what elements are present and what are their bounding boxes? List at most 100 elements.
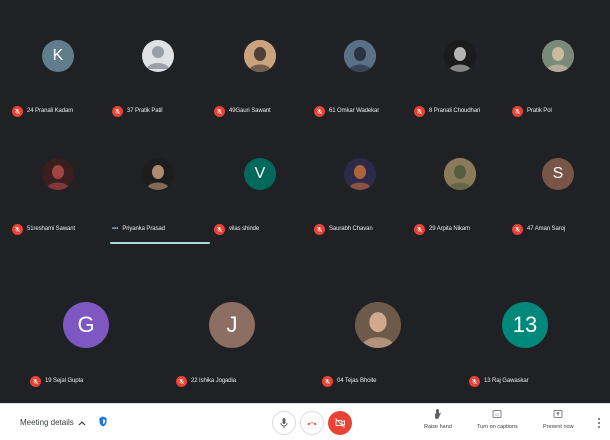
bottom-toolbar: Meeting details Raise hand CC Turn on ca… (0, 403, 610, 440)
participant-tile[interactable]: Pratik Pol (508, 10, 608, 128)
participant-tile[interactable]: 61 Omkar Wadekar (310, 10, 410, 128)
participant-nameplate: 24 Pranali Kadam (12, 104, 73, 118)
mic-off-icon (176, 375, 187, 387)
participant-tile[interactable]: 04 Tejas Bhoite (318, 280, 438, 398)
mic-off-icon (112, 105, 123, 117)
raise-hand-button[interactable]: Raise hand (424, 408, 452, 430)
shield-icon[interactable] (99, 416, 107, 427)
participant-avatar (344, 158, 376, 190)
participant-avatar (444, 158, 476, 190)
participant-tile[interactable]: 13 13 Raj Gawaskar (465, 280, 585, 398)
avatar-letter: K (52, 47, 64, 64)
participant-name: 51reshami Sawant (27, 226, 76, 232)
default-user-icon (147, 46, 169, 69)
speaking-highlight (110, 242, 210, 244)
chevron-up-icon (78, 420, 86, 425)
participant-name: 04 Tejas Bhoite (337, 378, 377, 384)
participant-avatar (142, 40, 174, 72)
participant-avatar: S (542, 158, 574, 190)
mic-off-icon (512, 223, 523, 235)
profile-photo (355, 302, 401, 348)
participant-avatar (542, 40, 574, 72)
profile-photo (344, 158, 376, 190)
participant-nameplate: 49Gauri Sawant (214, 104, 271, 118)
captions-label: Turn on captions (477, 424, 518, 430)
captions-button[interactable]: CC Turn on captions (477, 408, 518, 430)
present-now-label: Present now (543, 424, 574, 430)
mic-off-icon (12, 105, 23, 117)
participant-tile[interactable]: 37 Pratik Patil (108, 10, 208, 128)
participant-avatar (355, 302, 401, 348)
present-now-button[interactable]: Present now (543, 408, 574, 430)
participant-avatar (344, 40, 376, 72)
participant-nameplate: 19 Sejal Gupta (30, 374, 83, 388)
participant-avatar (444, 40, 476, 72)
profile-photo (444, 40, 476, 72)
present-icon (553, 410, 563, 418)
participant-name: 24 Pranali Kadam (27, 108, 74, 114)
participant-nameplate: Saurabh Chavan (314, 222, 373, 236)
participant-tile[interactable]: G 19 Sejal Gupta (26, 280, 146, 398)
participant-tile[interactable]: J 22 Ishika Jogadia (172, 280, 292, 398)
participant-avatar: G (63, 302, 109, 348)
participant-nameplate: 22 Ishika Jogadia (176, 374, 236, 388)
camera-off-icon (335, 418, 345, 428)
participant-tile[interactable]: Vvilas shinde (210, 128, 310, 246)
profile-photo (42, 158, 74, 190)
participant-name: Priyanka Prasad (122, 226, 165, 232)
svg-text:CC: CC (495, 413, 500, 417)
participant-tile[interactable]: S 47 Aman Saroj (508, 128, 608, 246)
participant-tile[interactable]: 29 Arpita Nikam (410, 128, 510, 246)
speaking-indicator-icon: ••• (112, 226, 119, 232)
participant-name: 13 Raj Gawaskar (484, 378, 529, 384)
participant-avatar: V (244, 158, 276, 190)
participant-name: Saurabh Chavan (329, 226, 373, 232)
participant-tile[interactable]: K 24 Pranali Kadam (8, 10, 108, 128)
mic-off-icon (314, 223, 325, 235)
participant-name: vilas shinde (229, 226, 260, 232)
profile-photo (542, 40, 574, 72)
profile-photo (444, 158, 476, 190)
mic-off-icon (512, 105, 523, 117)
avatar-letter: 13 (512, 312, 538, 337)
participant-nameplate: ••• Priyanka Prasad (112, 222, 165, 236)
meeting-details-button[interactable]: Meeting details (20, 418, 86, 427)
participant-avatar (244, 40, 276, 72)
participant-name: Pratik Pol (527, 108, 552, 114)
mic-off-icon (469, 375, 480, 387)
profile-photo (142, 158, 174, 190)
participant-nameplate: 8 Pranali Choudhari (414, 104, 480, 118)
participant-avatar: 13 (502, 302, 548, 348)
participant-tile[interactable]: ••• Priyanka Prasad (108, 128, 210, 246)
hand-icon (434, 408, 441, 419)
participant-nameplate: 37 Pratik Patil (112, 104, 163, 118)
mic-icon (280, 418, 288, 428)
mic-off-icon (214, 105, 225, 117)
avatar-letter: G (77, 312, 95, 337)
avatar-letter: S (552, 165, 564, 182)
profile-photo (344, 40, 376, 72)
mic-button[interactable] (272, 411, 296, 435)
mic-off-icon (414, 105, 425, 117)
mic-off-icon (30, 375, 41, 387)
mic-off-icon (12, 223, 23, 235)
participant-tile[interactable]: 51reshami Sawant (8, 128, 108, 246)
mic-off-icon (414, 223, 425, 235)
leave-call-button[interactable] (300, 411, 324, 435)
hangup-icon (307, 422, 317, 426)
participant-name: 29 Arpita Nikam (429, 226, 470, 232)
participant-tile[interactable]: Saurabh Chavan (310, 128, 410, 246)
meeting-stage: K 24 Pranali Kadam 37 Pratik Patil 49Gauri … (0, 0, 610, 440)
participant-name: 8 Pranali Choudhari (429, 108, 481, 114)
more-vertical-icon[interactable] (597, 417, 601, 429)
meeting-details-label: Meeting details (20, 418, 74, 427)
mic-off-icon (314, 105, 325, 117)
participant-nameplate: Pratik Pol (512, 104, 552, 118)
camera-button[interactable] (328, 411, 352, 435)
avatar-letter: V (254, 165, 266, 182)
participant-avatar: K (42, 40, 74, 72)
participant-tile[interactable]: 49Gauri Sawant (210, 10, 310, 128)
participant-name: 47 Aman Saroj (527, 226, 566, 232)
profile-photo (244, 40, 276, 72)
participant-tile[interactable]: 8 Pranali Choudhari (410, 10, 510, 128)
